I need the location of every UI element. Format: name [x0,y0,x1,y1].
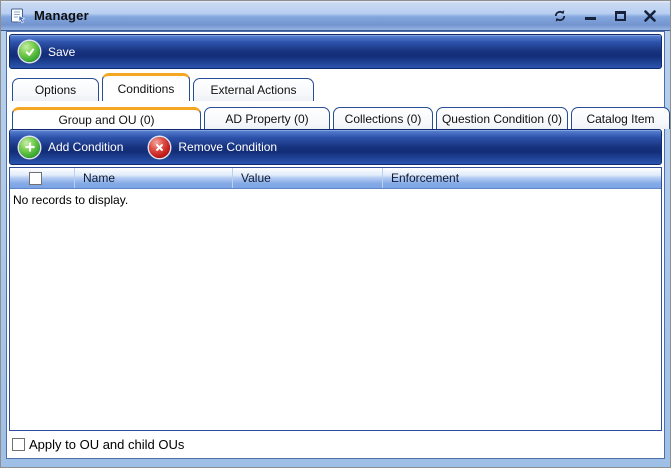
tab-conditions-label: Conditions [118,82,175,96]
apply-to-ou-label[interactable]: Apply to OU and child OUs [29,437,184,452]
add-condition-label: Add Condition [48,140,123,154]
grid-header-enforcement[interactable]: Enforcement [383,168,661,188]
condition-toolbar: Add Condition Remove Condition [9,129,662,165]
client-area: Save Options Conditions External Actions… [6,31,665,459]
tab-question-condition[interactable]: Question Condition (0) [436,107,568,129]
empty-records-message: No records to display. [13,193,128,207]
condition-tab-strip: Group and OU (0) AD Property (0) Collect… [9,101,662,129]
main-tab-strip: Options Conditions External Actions [9,73,662,101]
check-circle-icon [19,41,40,62]
plus-circle-icon [19,137,40,158]
apply-to-ou-checkbox[interactable] [12,438,25,451]
x-circle-icon [149,137,170,158]
select-all-checkbox[interactable] [29,172,42,185]
grid-header-value[interactable]: Value [233,168,383,188]
window-title: Manager [34,8,89,23]
tab-conditions[interactable]: Conditions [102,73,190,101]
remove-condition-button[interactable]: Remove Condition [149,137,277,158]
maximize-icon[interactable] [612,8,628,24]
tab-ad-property-label: AD Property (0) [225,112,308,126]
sync-icon[interactable] [552,8,568,24]
tab-collections-label: Collections (0) [345,112,422,126]
footer-row: Apply to OU and child OUs [9,433,662,456]
titlebar: Manager [1,1,670,31]
minimize-icon[interactable] [582,8,598,24]
tab-external-actions[interactable]: External Actions [193,78,314,101]
tab-group-and-ou-label: Group and OU (0) [58,113,154,127]
grid-header-row: Name Value Enforcement [10,168,661,189]
close-icon[interactable] [642,8,658,24]
tab-question-condition-label: Question Condition (0) [442,112,562,126]
tab-options[interactable]: Options [12,78,99,101]
grid-header-select-all [10,168,75,188]
tab-collections[interactable]: Collections (0) [333,107,433,129]
grid-body: No records to display. [10,189,661,430]
tab-external-actions-label: External Actions [210,83,296,97]
grid-header-name-label: Name [83,171,115,185]
tab-catalog-item-label: Catalog Item [586,112,654,126]
save-button-label: Save [48,45,75,59]
tab-options-label: Options [35,83,76,97]
remove-condition-label: Remove Condition [178,140,277,154]
tab-ad-property[interactable]: AD Property (0) [204,107,330,129]
grid-header-value-label: Value [241,171,271,185]
form-pointer-icon [10,8,27,24]
tab-catalog-item[interactable]: Catalog Item [571,107,670,129]
add-condition-button[interactable]: Add Condition [19,137,123,158]
grid-header-name[interactable]: Name [75,168,233,188]
tab-group-and-ou[interactable]: Group and OU (0) [12,107,201,129]
titlebar-controls [552,8,658,24]
save-button[interactable]: Save [19,41,75,62]
save-toolbar: Save [9,34,662,69]
conditions-grid: Name Value Enforcement No records to dis… [9,167,662,431]
manager-window: Manager [0,0,671,468]
grid-header-enforcement-label: Enforcement [391,171,459,185]
